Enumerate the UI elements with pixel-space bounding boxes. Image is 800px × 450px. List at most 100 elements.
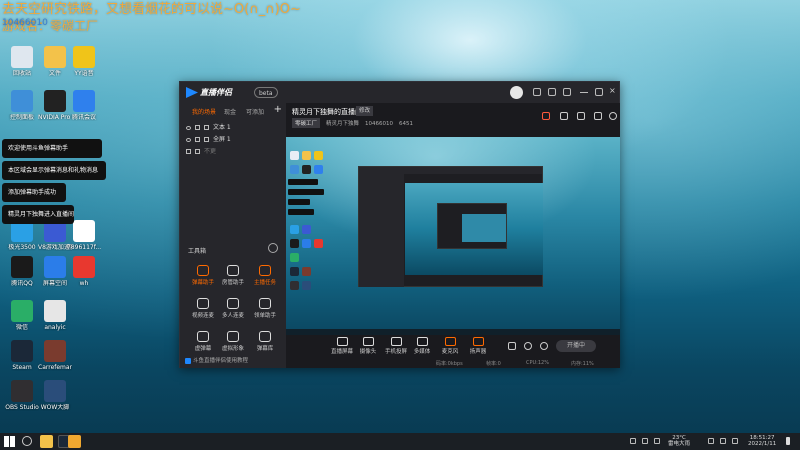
desktop-icon-label: Steam bbox=[12, 364, 32, 371]
desktop-icon[interactable]: 回收站 bbox=[5, 46, 39, 77]
room-category[interactable]: 零碳工厂 bbox=[292, 118, 321, 128]
notice-icon[interactable] bbox=[542, 112, 550, 120]
stream-preview[interactable] bbox=[286, 137, 620, 335]
eye-icon[interactable] bbox=[524, 342, 532, 350]
stream-controls: 直播屏幕 摄像头 手机投屏 多媒体 麦克风 扬声器 开播中 bbox=[286, 335, 620, 357]
tutorial-link[interactable]: 斗鱼直播伴侣使用教程 bbox=[185, 356, 248, 364]
taskbar-clock[interactable]: 18:51:27 2022/1/11 bbox=[748, 435, 776, 447]
toolbox-item[interactable]: 多人连麦 bbox=[218, 298, 248, 319]
toolbox-item[interactable]: 领单助手 bbox=[250, 298, 280, 319]
desktop-icon[interactable]: 腾讯QQ bbox=[5, 256, 39, 287]
toolbox-more-icon[interactable] bbox=[268, 243, 278, 253]
toolbox-item[interactable]: 虚拟形象 bbox=[218, 331, 248, 352]
desktop-icon[interactable]: OBS Studio bbox=[5, 380, 39, 411]
control-button[interactable]: 扬声器 bbox=[462, 337, 494, 355]
edit-room-button[interactable]: 修改 bbox=[356, 106, 374, 116]
eye-icon[interactable] bbox=[186, 137, 191, 142]
lock-icon[interactable] bbox=[195, 125, 200, 130]
window-icon[interactable] bbox=[577, 112, 585, 120]
windows-start-icon[interactable] bbox=[4, 436, 15, 447]
tool-icon bbox=[227, 331, 239, 342]
desktop-icon[interactable]: 控制面板 bbox=[5, 90, 39, 121]
desktop-icon[interactable]: WOW大脚 bbox=[38, 380, 72, 411]
desktop-icon-label: Carrefeman The Comi... bbox=[38, 364, 72, 371]
live-companion-taskbar-icon[interactable] bbox=[68, 435, 81, 448]
toolbox-item[interactable]: 虚弹幕 bbox=[188, 331, 218, 352]
minimize-icon[interactable] bbox=[580, 88, 588, 93]
maximize-icon[interactable] bbox=[595, 88, 603, 96]
tab-my-scene[interactable]: 我的场景 bbox=[192, 107, 216, 116]
source-item[interactable]: 全屏 1 bbox=[186, 134, 231, 143]
toolbox-item[interactable]: 弹幕库 bbox=[250, 331, 280, 352]
network-icon[interactable] bbox=[708, 438, 714, 444]
preview-window-titlebar bbox=[359, 167, 542, 174]
desktop-icon-label: WOW大脚 bbox=[40, 404, 70, 411]
control-icon bbox=[444, 337, 456, 346]
settings-icon[interactable] bbox=[540, 342, 548, 350]
tool-label: 主播任务 bbox=[253, 280, 276, 286]
control-icon bbox=[472, 337, 484, 346]
preview-desktop-icon bbox=[302, 151, 311, 160]
message-icon[interactable] bbox=[533, 88, 541, 96]
search-icon[interactable] bbox=[22, 436, 32, 446]
lock-icon[interactable] bbox=[560, 112, 568, 120]
tool-label: 虚弹幕 bbox=[194, 346, 212, 352]
menu-icon[interactable] bbox=[563, 88, 571, 96]
preview-desktop-icon bbox=[290, 253, 299, 262]
status-cpu: CPU:12% bbox=[526, 360, 549, 366]
tray-icon[interactable] bbox=[642, 438, 648, 444]
bell-icon[interactable] bbox=[594, 112, 602, 120]
preview-desktop-icon bbox=[290, 281, 299, 290]
desktop-icon-label: 回收站 bbox=[12, 70, 31, 77]
volume-icon[interactable] bbox=[720, 438, 726, 444]
preview-desktop-icon bbox=[302, 239, 311, 248]
start-stream-button[interactable]: 开播中 bbox=[556, 340, 596, 352]
toast-message: 添加弹幕助手成功 bbox=[2, 183, 66, 202]
room-id: 10466010 bbox=[365, 121, 394, 127]
tutorial-link-label: 斗鱼直播伴侣使用教程 bbox=[193, 358, 249, 364]
tray-icon[interactable] bbox=[630, 438, 636, 444]
file-explorer-icon[interactable] bbox=[40, 435, 53, 448]
preview-desktop-icon bbox=[302, 281, 311, 290]
source-item[interactable]: 不更 bbox=[186, 146, 216, 155]
tab-addable[interactable]: 可添加 bbox=[246, 107, 264, 116]
preview-desktop-icon bbox=[290, 151, 299, 160]
add-scene-icon[interactable]: + bbox=[274, 104, 282, 115]
notification-icon[interactable] bbox=[786, 437, 790, 445]
desktop-icon[interactable]: wh bbox=[67, 256, 101, 287]
tray-icon[interactable] bbox=[654, 438, 660, 444]
desktop-icon[interactable]: Carrefeman The Comi... bbox=[38, 340, 72, 371]
desktop-app-icon bbox=[44, 340, 66, 362]
desktop-icon[interactable]: 微信 bbox=[5, 300, 39, 331]
source-label: 文本 1 bbox=[213, 124, 231, 131]
tab-cash[interactable]: 现金 bbox=[224, 107, 236, 116]
control-icon bbox=[390, 337, 402, 346]
weather-widget[interactable]: 23°C 雷电大雨 bbox=[668, 435, 690, 447]
gift-icon[interactable] bbox=[548, 88, 556, 96]
desktop-app-icon bbox=[73, 220, 95, 242]
desktop-icon[interactable]: analyic bbox=[38, 300, 72, 331]
desktop-icon[interactable]: 7896117f... bbox=[67, 220, 101, 251]
text-icon bbox=[204, 125, 209, 130]
desktop-app-icon bbox=[11, 340, 33, 362]
toolbox-item[interactable]: 主播任务 bbox=[250, 265, 280, 286]
lock-icon[interactable] bbox=[195, 137, 200, 142]
input-method-icon[interactable] bbox=[732, 438, 738, 444]
share-icon[interactable] bbox=[609, 112, 617, 120]
toolbox-item[interactable]: 弹幕助手 bbox=[188, 265, 218, 286]
desktop-app-icon bbox=[11, 90, 33, 112]
desktop-icon[interactable]: 极光3500 bbox=[5, 220, 39, 251]
user-avatar[interactable] bbox=[510, 86, 523, 99]
toolbox-item[interactable]: 房管助手 bbox=[218, 265, 248, 286]
toolbox-item[interactable]: 视频连麦 bbox=[188, 298, 218, 319]
preview-desktop-icon bbox=[302, 165, 311, 174]
camera-mini-icon[interactable] bbox=[508, 342, 516, 350]
eye-icon[interactable] bbox=[186, 125, 191, 130]
desktop-icon-label: YY语音 bbox=[74, 70, 94, 77]
desktop-icon[interactable]: YY语音 bbox=[67, 46, 101, 77]
source-item[interactable]: 文本 1 bbox=[186, 122, 231, 131]
desktop-icon[interactable]: 腾讯会议 bbox=[67, 90, 101, 121]
lock-icon[interactable] bbox=[186, 149, 191, 154]
desktop-icon[interactable]: Steam bbox=[5, 340, 39, 371]
close-icon[interactable]: × bbox=[609, 87, 617, 96]
